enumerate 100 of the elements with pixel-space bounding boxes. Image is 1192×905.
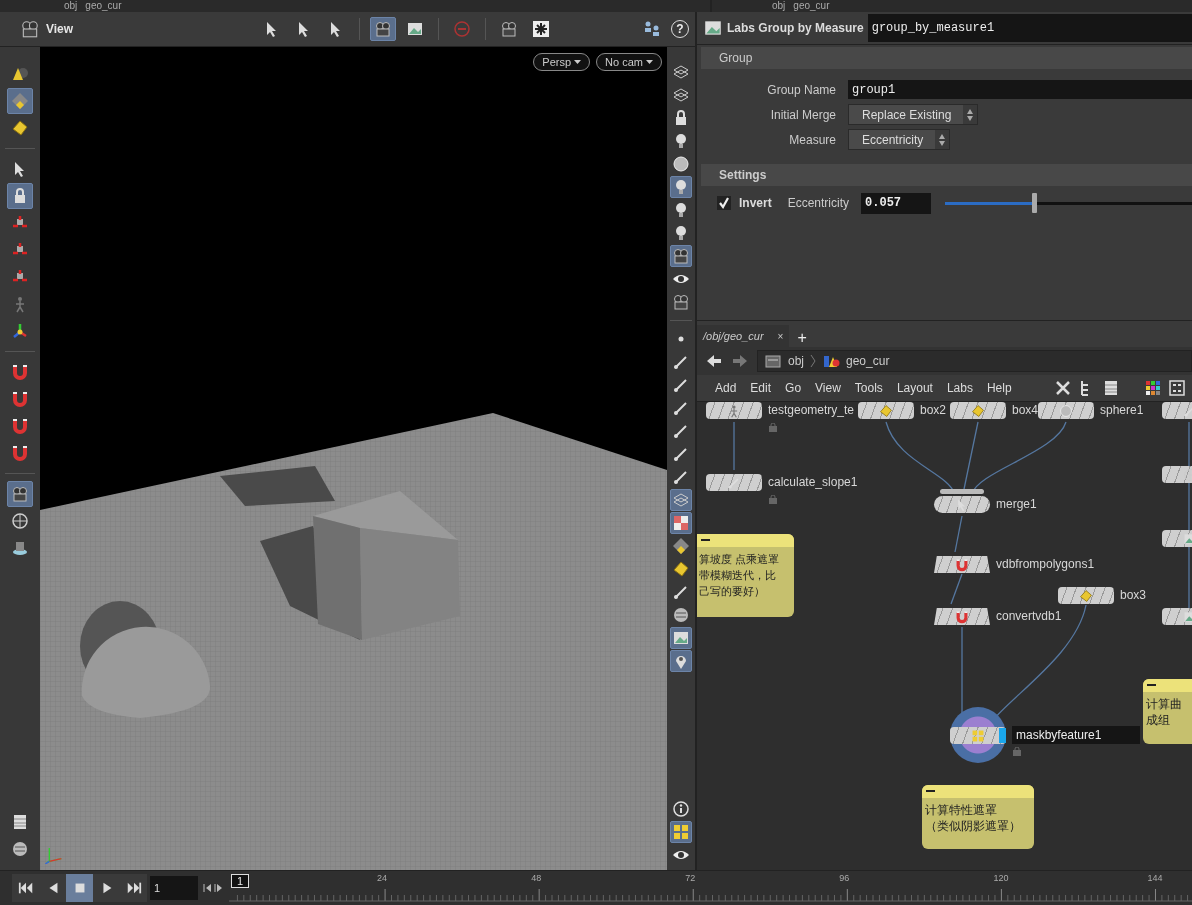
camera-icon xyxy=(672,247,690,265)
note-text: 己写的要好） xyxy=(699,584,765,599)
pin-tool-button[interactable] xyxy=(670,650,692,672)
network-node[interactable] xyxy=(934,556,990,573)
step-forward-icon[interactable] xyxy=(213,881,224,895)
node-label[interactable]: box4 xyxy=(1012,403,1039,417)
dropdown-menu[interactable]: Replace Existing xyxy=(848,104,979,125)
layers-icon xyxy=(672,491,690,509)
wrench-icon[interactable] xyxy=(1054,379,1072,397)
menu-item[interactable]: View xyxy=(809,381,849,395)
node-label[interactable]: box2 xyxy=(920,403,947,417)
add-tab-button[interactable]: + xyxy=(789,329,815,347)
network-node[interactable] xyxy=(706,474,762,491)
menu-item[interactable]: Edit xyxy=(744,381,780,395)
camera-menu[interactable]: No cam xyxy=(596,53,662,71)
node-label[interactable]: convertvdb1 xyxy=(996,609,1062,623)
note-text: 计算曲 xyxy=(1146,696,1182,712)
layers-icon xyxy=(672,86,690,104)
forward-icon[interactable] xyxy=(731,352,749,370)
diamond-tool-button[interactable] xyxy=(7,88,33,114)
node-label[interactable]: vdbfrompolygons1 xyxy=(996,557,1095,571)
lock-tool-button[interactable] xyxy=(7,183,33,209)
network-node[interactable] xyxy=(950,402,1006,419)
network-tab[interactable]: /obj/geo_cur × xyxy=(697,325,790,347)
sticky-note[interactable]: 计算曲 成组 xyxy=(1143,679,1192,744)
skip-to-start-button[interactable] xyxy=(12,874,39,902)
node-label[interactable]: maskbyfeature1 xyxy=(1012,726,1140,744)
frame-tick-label: 120 xyxy=(993,873,1009,883)
back-icon[interactable] xyxy=(705,352,723,370)
folder-icon xyxy=(764,352,782,370)
frame-tick-label: 96 xyxy=(839,873,850,883)
play-button[interactable] xyxy=(93,874,120,902)
camera-icon xyxy=(374,20,393,38)
wire xyxy=(950,573,963,605)
node-label[interactable]: calculate_slope1 xyxy=(768,475,858,489)
bulb-tool-button[interactable] xyxy=(670,176,692,198)
people-icon xyxy=(643,20,661,38)
menu-item[interactable]: Layout xyxy=(890,381,941,395)
menu-item[interactable]: Go xyxy=(779,381,810,395)
skip-to-end-button[interactable] xyxy=(120,874,147,902)
network-node[interactable] xyxy=(1038,402,1094,419)
info-tool-button[interactable] xyxy=(670,798,692,820)
sticky-note[interactable]: 算坡度 点乘遮罩 带模糊迭代，比 己写的要好） xyxy=(697,534,794,617)
menu-item[interactable]: Add xyxy=(709,381,745,395)
camera-tool-button[interactable] xyxy=(670,245,692,267)
camera-tool-button[interactable] xyxy=(7,481,33,507)
cube-icon xyxy=(879,403,893,418)
current-frame-marker[interactable]: 1 xyxy=(231,874,250,888)
node-label[interactable]: testgeometry_te xyxy=(768,403,855,417)
spinner-icon xyxy=(938,132,947,147)
camera-tool-button[interactable] xyxy=(370,17,397,41)
network-node[interactable] xyxy=(858,402,914,419)
section-header[interactable]: Settings xyxy=(701,164,1192,186)
picture-tool-button[interactable] xyxy=(670,627,692,649)
cube-icon xyxy=(672,560,690,578)
node-label[interactable]: merge1 xyxy=(996,497,1037,511)
slider-handle[interactable] xyxy=(1031,192,1037,213)
menu-item[interactable]: Tools xyxy=(848,381,891,395)
network-node[interactable] xyxy=(934,608,990,625)
play-backward-button[interactable] xyxy=(39,874,66,902)
path-segment[interactable]: geo_cur xyxy=(846,354,890,368)
value-field[interactable]: 0.057 xyxy=(861,192,932,214)
node-type-label: Labs Group by Measure xyxy=(727,21,864,35)
step-back-icon[interactable] xyxy=(202,881,213,895)
dropdown-menu[interactable]: Eccentricity xyxy=(848,129,951,150)
palette-icon[interactable] xyxy=(1144,379,1162,397)
node-label[interactable]: sphere1 xyxy=(1100,403,1144,417)
note-text: 算坡度 点乘遮罩 xyxy=(699,552,780,567)
network-node[interactable] xyxy=(1058,587,1114,604)
frame-field[interactable]: 1 xyxy=(150,876,198,900)
menu-item[interactable]: Help xyxy=(980,381,1020,395)
checker-tool-button[interactable] xyxy=(670,512,692,534)
text-field[interactable]: group1 xyxy=(848,80,1192,99)
parameter-label: Eccentricity xyxy=(787,196,850,210)
grid-icon xyxy=(971,728,985,743)
camera-icon[interactable] xyxy=(20,19,40,39)
path-segment[interactable]: obj xyxy=(788,354,804,368)
sticky-note[interactable]: 计算特性遮罩 （类似阴影遮罩） xyxy=(922,785,1034,849)
magnet-icon xyxy=(955,609,969,624)
list-icon[interactable] xyxy=(1102,379,1120,397)
node-name-field[interactable]: group_by_measure1 xyxy=(867,14,1192,42)
sphere-tool-button[interactable] xyxy=(670,153,692,175)
path-segment[interactable]: geo_cur xyxy=(85,0,122,12)
tiles-icon[interactable] xyxy=(1168,379,1186,397)
network-node[interactable] xyxy=(706,402,762,419)
path-segment[interactable]: obj xyxy=(772,0,786,12)
cone-icon xyxy=(11,65,29,83)
section-header[interactable]: Group xyxy=(701,47,1192,69)
menu-item[interactable]: Labs xyxy=(940,381,981,395)
path-segment[interactable]: geo_cur xyxy=(793,0,830,12)
picture-icon[interactable] xyxy=(703,18,723,38)
invert-checkbox[interactable] xyxy=(717,196,731,210)
node-label[interactable]: box3 xyxy=(1120,588,1147,602)
network-node[interactable] xyxy=(934,496,990,513)
path-segment[interactable]: obj xyxy=(64,0,78,12)
checkbox-label[interactable]: Invert xyxy=(739,196,772,210)
cube-icon xyxy=(1079,588,1093,603)
grid-icon xyxy=(672,823,690,841)
network-node[interactable] xyxy=(950,727,1006,744)
camera-menu[interactable]: Persp xyxy=(533,53,591,71)
